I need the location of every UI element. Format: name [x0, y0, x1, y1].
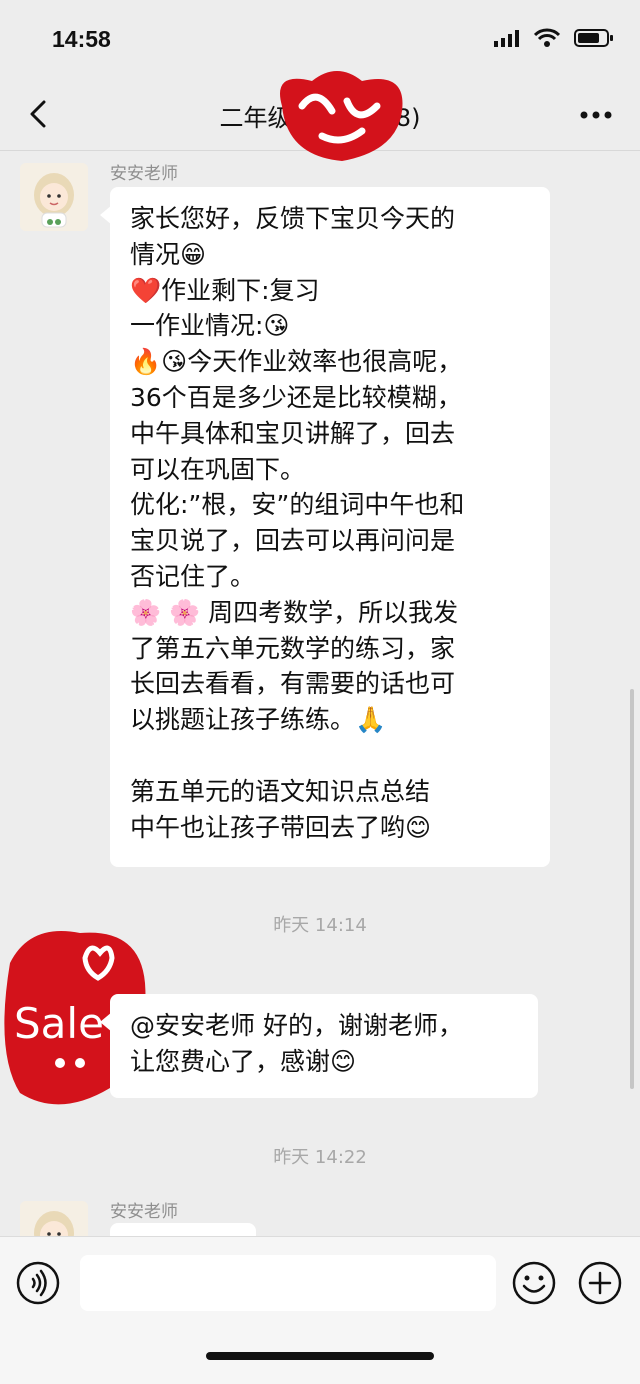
message-bubble[interactable]: @安安老师 好的，谢谢老师， 让您费心了，感谢😊 — [100, 994, 538, 1098]
message-line: ❤️作业剩下:复习 — [130, 275, 320, 305]
sender-name: 安安老师 — [110, 164, 178, 184]
voice-icon[interactable] — [16, 1261, 60, 1305]
message-timestamp: 昨天 14:22 — [273, 1147, 367, 1168]
scrollbar[interactable] — [630, 689, 634, 1089]
message-line: 了第五六单元数学的练习，家 — [130, 633, 456, 663]
teacher-avatar[interactable] — [20, 1201, 88, 1236]
message-line: 中午也让孩子带回去了哟😊 — [130, 812, 432, 842]
sender-name: 安安老师 — [110, 1202, 178, 1222]
message-input[interactable] — [80, 1255, 496, 1311]
message-line: 情况😁 — [130, 239, 207, 269]
message-line: 优化:”根，安”的组词中午也和 — [130, 490, 465, 520]
message-line: 一作业情况:😘 — [130, 311, 290, 341]
input-bar — [0, 1236, 640, 1384]
message-line: 36个百是多少还是比较模糊， — [130, 382, 462, 412]
message-line — [130, 738, 530, 774]
status-time: 14:58 — [52, 26, 111, 52]
plus-icon[interactable] — [578, 1261, 622, 1305]
message-line: 家长您好，反馈下宝贝今天的 — [130, 204, 456, 233]
message-line: 中午具体和宝贝讲解了，回去 — [130, 418, 456, 448]
cartoon-girl-icon — [20, 163, 88, 231]
signal-icon — [494, 30, 519, 47]
message-line: 否记住了。 — [130, 561, 256, 591]
message-line: 🌸 🌸 周四考数学，所以我发 — [130, 597, 459, 627]
more-icon[interactable] — [576, 100, 616, 130]
message-line: 可以在巩固下。 — [130, 454, 306, 484]
message-line: 第五单元的语文知识点总结 — [130, 776, 431, 806]
home-indicator[interactable] — [206, 1352, 434, 1360]
battery-icon — [574, 29, 613, 47]
message-bubble[interactable] — [110, 1223, 256, 1236]
teacher-avatar[interactable] — [20, 163, 88, 231]
message-line: 以挑题让孩子练练。🙏 — [130, 705, 387, 735]
wifi-icon — [534, 28, 560, 47]
message-bubble[interactable]: 家长您好，反馈下宝贝今天的 情况😁 ❤️作业剩下:复习 一作业情况:😘 🔥😘今天… — [100, 187, 550, 867]
message-line: 🔥😘今天作业效率也很高呢， — [130, 347, 463, 377]
emoji-icon[interactable] — [512, 1261, 556, 1305]
message-line: 让您费心了，感谢😊 — [130, 1046, 357, 1076]
message-line: @安安老师 好的，谢谢老师， — [130, 1011, 463, 1040]
cartoon-girl-icon — [20, 1201, 88, 1236]
sticker-text: Sale — [14, 999, 104, 1048]
message-line: 宝贝说了，回去可以再问问是 — [130, 526, 456, 556]
chat-area[interactable]: 安安老师 家长您好，反馈下宝贝今天的 情况😁 ❤️作业剩下:复习 一作业情况:😘… — [0, 151, 640, 1236]
message-line: 长回去看看，有需要的话也可 — [130, 669, 456, 699]
